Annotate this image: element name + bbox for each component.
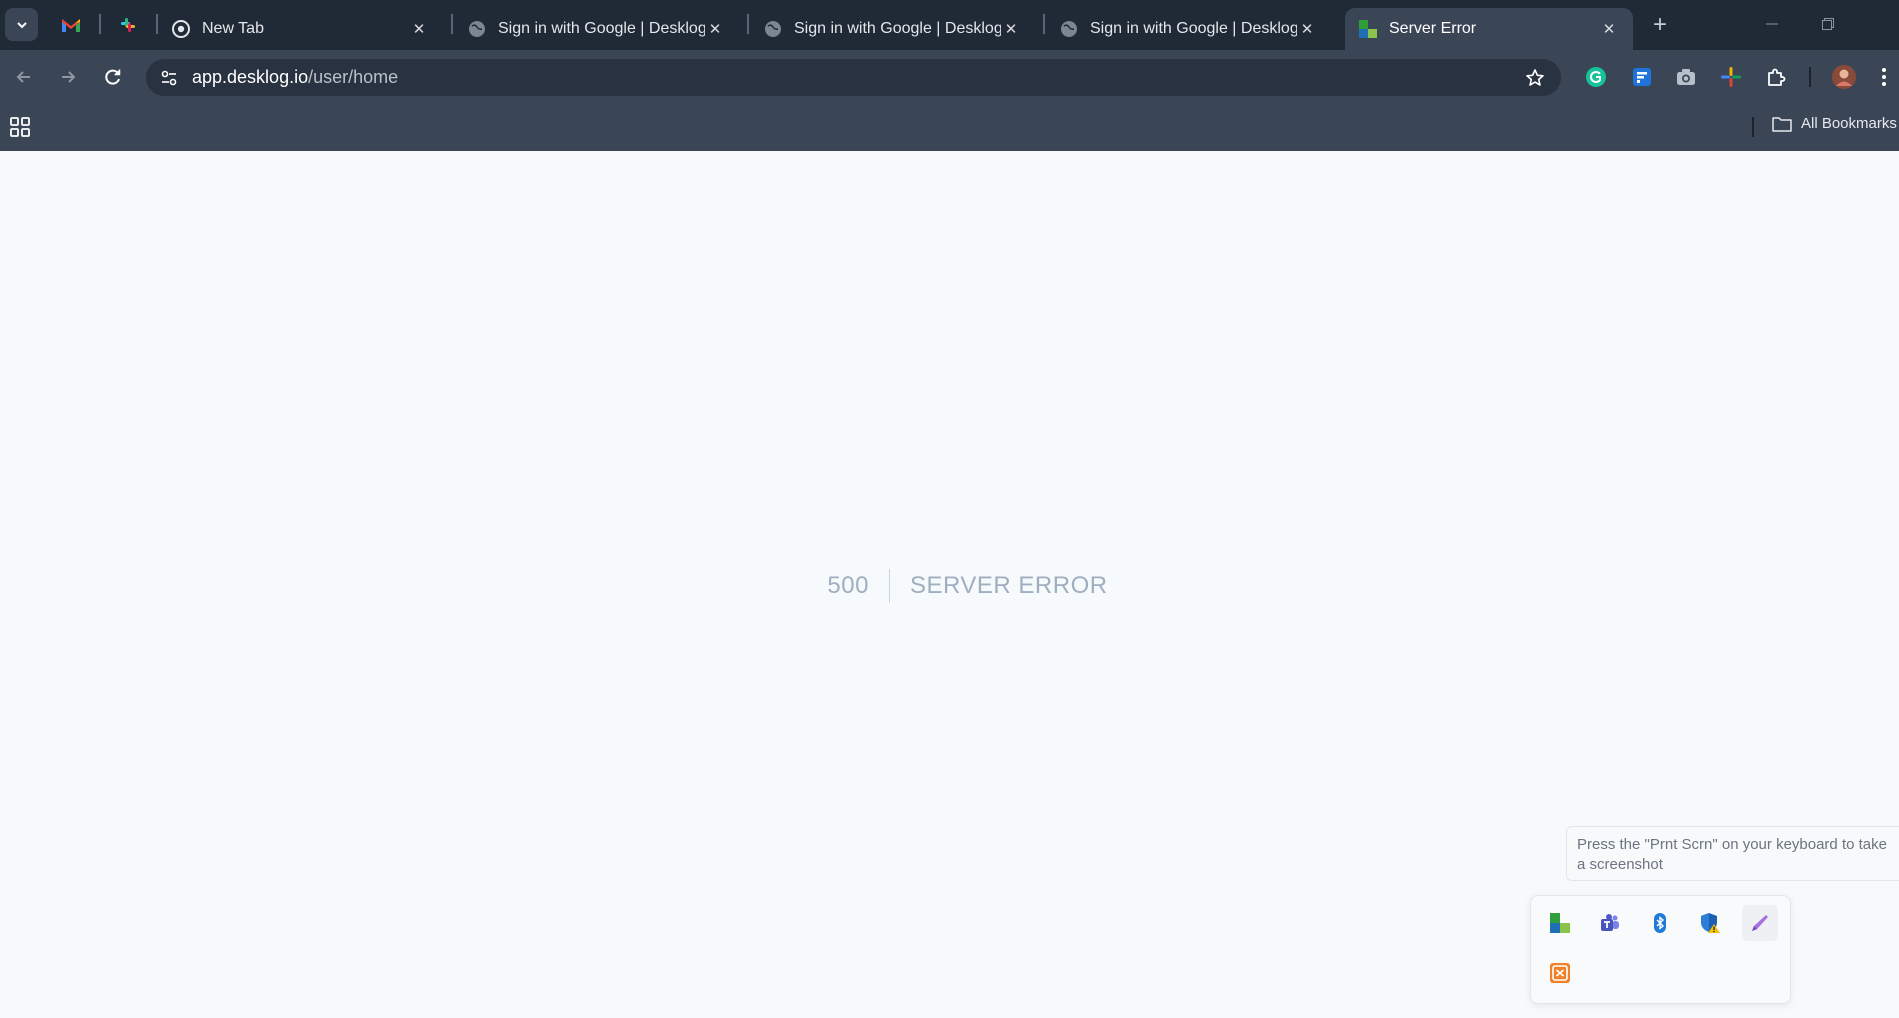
tab-separator (1043, 14, 1045, 34)
error-code: 500 (827, 569, 890, 603)
forward-button[interactable] (53, 62, 83, 92)
bookmarks-bar: All Bookmarks (0, 103, 1899, 151)
tray-overflow-panel (1530, 895, 1791, 1004)
profile-avatar[interactable] (1830, 63, 1858, 91)
browser-toolbar: app.desklog.io/user/home (0, 50, 1899, 103)
reload-button[interactable] (98, 62, 128, 92)
back-button[interactable] (9, 62, 39, 92)
pinned-tab-gmail[interactable] (55, 10, 87, 40)
tab-sign-in-1[interactable]: Sign in with Google | Desklog ✕ (454, 8, 739, 50)
close-icon[interactable]: ✕ (409, 19, 429, 39)
tab-server-error[interactable]: Server Error ✕ (1345, 8, 1633, 50)
tab-strip: New Tab ✕ Sign in with Google | Desklog … (0, 0, 1899, 50)
tab-separator (747, 14, 749, 34)
chrome-icon (172, 20, 190, 38)
bluetooth-icon[interactable] (1642, 905, 1678, 941)
all-bookmarks-label: All Bookmarks (1801, 115, 1897, 132)
close-icon[interactable]: ✕ (1001, 19, 1021, 39)
camera-extension-icon[interactable] (1672, 63, 1700, 91)
tab-title: Sign in with Google | Desklog (794, 20, 1001, 37)
new-tab-button[interactable]: + (1647, 11, 1673, 38)
form-extension-icon[interactable] (1628, 63, 1656, 91)
xampp-icon[interactable] (1542, 955, 1578, 991)
close-icon[interactable]: ✕ (1297, 19, 1317, 39)
url-host: app.desklog.io (192, 67, 309, 87)
close-icon[interactable]: ✕ (705, 19, 725, 39)
globe-icon (1060, 20, 1078, 38)
teams-icon[interactable] (1592, 905, 1628, 941)
reload-icon (105, 69, 121, 85)
tab-title: Sign in with Google | Desklog (498, 20, 705, 37)
bookmark-star-icon[interactable] (1523, 66, 1547, 90)
screenshot-tooltip: Press the "Prnt Scrn" on your keyboard t… (1566, 826, 1899, 881)
site-info-icon[interactable] (156, 65, 182, 91)
slack-icon (121, 18, 135, 32)
restore-icon[interactable] (1817, 14, 1839, 34)
extensions-puzzle-icon[interactable] (1762, 63, 1790, 91)
apps-grid-icon[interactable] (9, 116, 31, 138)
tab-title: Server Error (1389, 20, 1477, 37)
tab-title: Sign in with Google | Desklog (1090, 20, 1297, 37)
pen-icon[interactable] (1742, 905, 1778, 941)
error-text: SERVER ERROR (909, 572, 1108, 599)
close-icon[interactable]: ✕ (1599, 19, 1619, 39)
tab-title: New Tab (202, 20, 264, 37)
all-bookmarks-button[interactable]: All Bookmarks (1772, 115, 1897, 132)
toolbar-separator (1809, 67, 1811, 87)
url-path: /user/home (308, 67, 399, 87)
chevron-down-icon (16, 21, 27, 28)
tab-new-tab[interactable]: New Tab ✕ (158, 8, 443, 50)
page-content: 500 SERVER ERROR (0, 151, 1899, 1018)
arrow-right-icon (62, 71, 76, 83)
tab-search-button[interactable] (5, 8, 38, 41)
folder-icon (1772, 116, 1792, 132)
bookmarks-separator (1752, 117, 1754, 137)
tab-sign-in-2[interactable]: Sign in with Google | Desklog ✕ (750, 8, 1035, 50)
tab-separator (99, 14, 101, 34)
address-bar[interactable]: app.desklog.io/user/home (146, 59, 1561, 96)
menu-kebab-icon[interactable] (1874, 63, 1894, 91)
tab-separator (451, 14, 453, 34)
gmail-icon (62, 19, 80, 32)
pinned-tab-slack[interactable] (112, 10, 144, 40)
error-message: 500 SERVER ERROR (0, 569, 1899, 603)
defender-warning-icon[interactable] (1692, 905, 1728, 941)
arrow-left-icon (16, 71, 30, 83)
tooltip-text: Press the "Prnt Scrn" on your keyboard t… (1577, 836, 1887, 873)
globe-icon (764, 20, 782, 38)
url-text[interactable]: app.desklog.io/user/home (192, 67, 398, 88)
globe-icon (468, 20, 486, 38)
minimize-icon[interactable] (1761, 14, 1783, 34)
tab-sign-in-3[interactable]: Sign in with Google | Desklog ✕ (1046, 8, 1331, 50)
grammarly-extension-icon[interactable] (1582, 63, 1610, 91)
sparkle-extension-icon[interactable] (1717, 63, 1745, 91)
desklog-tray-icon[interactable] (1542, 905, 1578, 941)
desklog-icon (1359, 20, 1377, 38)
